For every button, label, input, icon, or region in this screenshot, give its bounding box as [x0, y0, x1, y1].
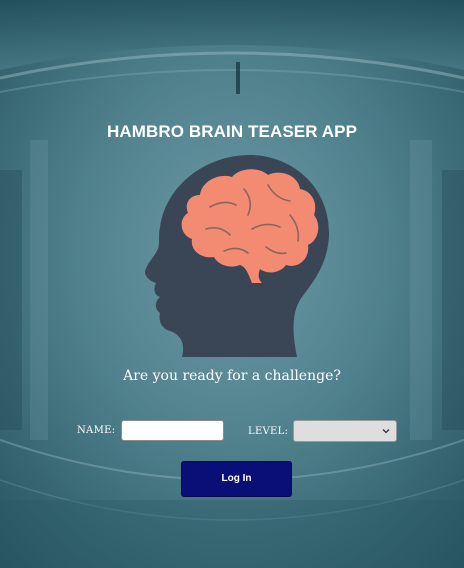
app-title: HAMBRO BRAIN TEASER APP: [106, 122, 358, 141]
chevron-down-icon: [382, 429, 390, 434]
head-with-brain-icon: [140, 155, 332, 359]
tagline: Are you ready for a challenge?: [123, 368, 341, 384]
login-button[interactable]: Log In: [181, 461, 292, 497]
level-select[interactable]: [293, 420, 397, 442]
name-input[interactable]: [121, 420, 224, 441]
name-label: NAME:: [77, 425, 116, 436]
level-label: LEVEL:: [248, 426, 289, 437]
